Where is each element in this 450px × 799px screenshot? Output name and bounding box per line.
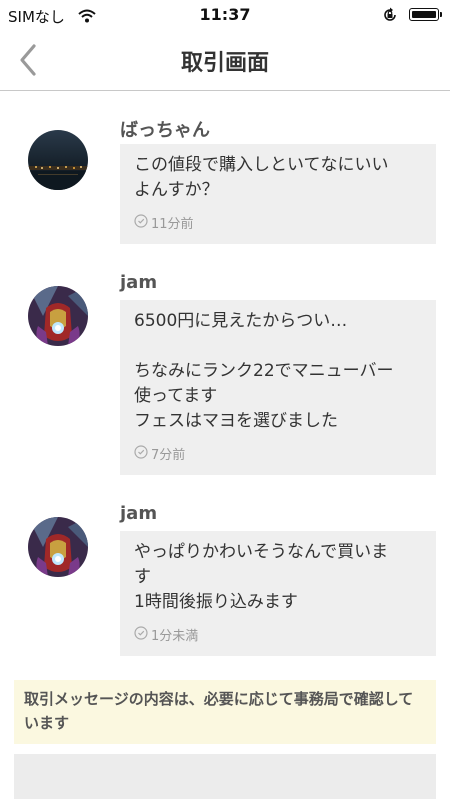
status-bar: SIMなし 11:37 [0, 0, 450, 30]
message-time: 7分前 [134, 444, 422, 463]
message-bubble: この値段で購入しといてなにいい よんすか？ 11分前 [120, 144, 436, 244]
message-bubble: 6500円に見えたからつい… ちなみにランク22でマニューバー 使ってます フェ… [120, 300, 436, 475]
message-time: 11分前 [134, 213, 422, 232]
page-title: 取引画面 [180, 51, 269, 76]
clock-icon [134, 444, 148, 463]
notice-banner: 取引メッセージの内容は、必要に応じて事務局で確認しています [14, 680, 436, 744]
message-time: 1分未満 [134, 625, 422, 644]
clock-icon [134, 625, 148, 644]
message-bubble: やっぱりかわいそうなんで買いま す 1時間後振り込みます 1分未満 [120, 531, 436, 656]
avatar[interactable] [28, 517, 88, 577]
battery-tip [440, 12, 442, 17]
battery-icon [409, 8, 439, 21]
time-label: 7分前 [151, 448, 186, 463]
message-text: 6500円に見えたからつい… ちなみにランク22でマニューバー 使ってます フェ… [134, 311, 394, 431]
rotation-lock-icon [382, 7, 398, 27]
avatar[interactable] [28, 130, 88, 190]
sender-name: ばっちゃん [120, 120, 210, 141]
message-input-area[interactable] [14, 754, 436, 799]
time-label: 11分前 [151, 217, 194, 232]
message-text: この値段で購入しといてなにいい よんすか？ [134, 155, 389, 200]
sender-name: jam [120, 503, 158, 524]
clock-icon [134, 213, 148, 232]
sender-name: jam [120, 272, 158, 293]
nav-bar: 取引画面 [0, 30, 450, 91]
time-label: 1分未満 [151, 629, 199, 644]
avatar[interactable] [28, 286, 88, 346]
message-text: やっぱりかわいそうなんで買いま す 1時間後振り込みます [134, 542, 389, 612]
